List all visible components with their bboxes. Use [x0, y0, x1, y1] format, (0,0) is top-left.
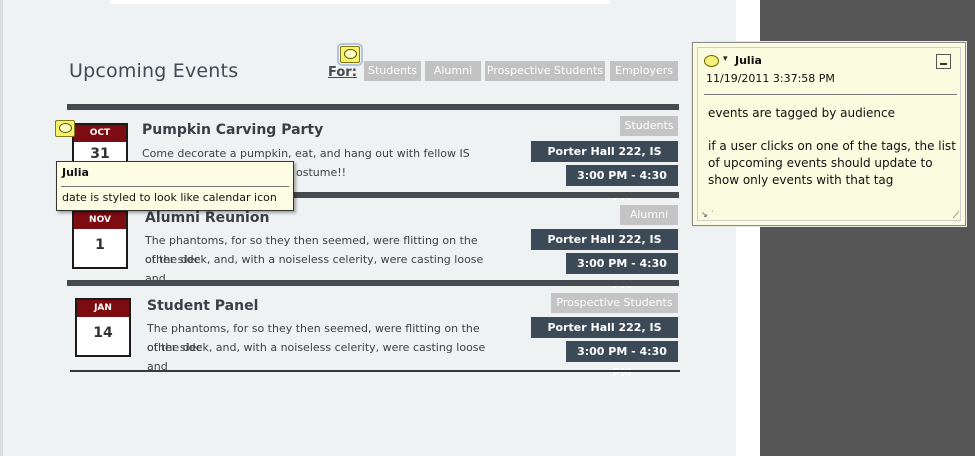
- comment-popup[interactable]: ▾ Julia 11/19/2011 3:37:58 PM events are…: [692, 42, 966, 226]
- comment-timestamp: 11/19/2011 3:37:58 PM: [706, 72, 835, 85]
- event-audience-tag[interactable]: Students: [620, 116, 678, 136]
- page-left-edge: [0, 0, 3, 456]
- calendar-date-icon: JAN 14: [75, 298, 131, 357]
- filter-tag-prospective-students[interactable]: Prospective Students: [485, 61, 605, 81]
- calendar-date-icon: NOV 1: [72, 210, 128, 269]
- event-time: 3:00 PM - 4:30 PM: [566, 253, 678, 291]
- tooltip-author: Julia: [62, 166, 89, 179]
- filter-label: For:: [328, 65, 357, 80]
- tooltip-text: date is styled to look like calendar ico…: [62, 191, 277, 204]
- calendar-month: JAN: [77, 300, 129, 317]
- caret-down-icon[interactable]: ▾: [723, 54, 728, 64]
- resize-handle-icon[interactable]: ⟋: [953, 211, 959, 221]
- comment-note-icon[interactable]: [55, 120, 75, 137]
- comment-paragraph: if a user clicks on one of the tags, the…: [708, 139, 956, 187]
- event-location: Porter Hall 222, IS Lobby: [531, 317, 678, 355]
- top-header-strip: [110, 0, 610, 4]
- event-location: Porter Hall 222, IS Lobby: [531, 141, 678, 179]
- event-title[interactable]: Student Panel: [147, 298, 258, 314]
- calendar-day: 14: [93, 325, 113, 341]
- comment-author: Julia: [735, 54, 762, 67]
- list-end-divider: [70, 370, 680, 372]
- calendar-day: 31: [90, 146, 110, 162]
- event-time: 3:00 PM - 4:30 PM: [566, 341, 678, 379]
- calendar-day: 1: [95, 237, 105, 253]
- event-title[interactable]: Pumpkin Carving Party: [142, 122, 323, 138]
- comment-note-icon[interactable]: [337, 43, 363, 66]
- comment-tooltip: Julia date is styled to look like calend…: [56, 161, 294, 211]
- event-divider: [67, 104, 679, 110]
- comment-divider: [704, 94, 957, 95]
- resize-grip-icon: ↘ ˙: [701, 210, 715, 219]
- event-title[interactable]: Alumni Reunion: [145, 210, 269, 226]
- event-audience-tag[interactable]: Alumni: [620, 205, 678, 225]
- comment-body[interactable]: events are tagged by audience if a user …: [708, 105, 958, 205]
- event-time: 3:00 PM - 4:30 PM: [566, 165, 678, 203]
- minimize-icon[interactable]: [936, 54, 951, 69]
- event-location: Porter Hall 222, IS Lobby: [531, 229, 678, 267]
- tooltip-divider: [61, 186, 289, 187]
- calendar-month: OCT: [74, 125, 126, 142]
- speech-bubble-icon: [704, 55, 719, 67]
- page-title: Upcoming Events: [69, 60, 239, 82]
- event-description-line: ostume!!: [296, 166, 347, 179]
- calendar-month: NOV: [74, 212, 126, 229]
- filter-tag-students[interactable]: Students: [364, 61, 421, 81]
- comment-paragraph: events are tagged by audience: [708, 106, 895, 120]
- event-divider: [67, 280, 679, 286]
- filter-tag-employers[interactable]: Employers: [610, 61, 678, 81]
- filter-tag-alumni[interactable]: Alumni: [425, 61, 481, 81]
- event-audience-tag[interactable]: Prospective Students: [551, 293, 678, 313]
